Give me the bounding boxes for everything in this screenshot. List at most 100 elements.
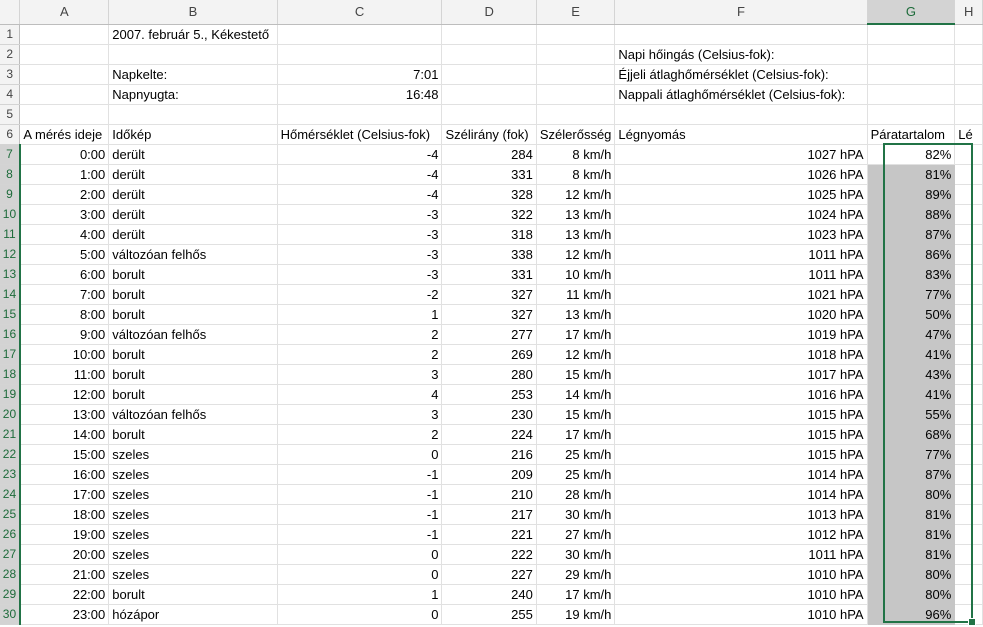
- cell-e4[interactable]: [536, 84, 616, 105]
- cell-temperature[interactable]: -1: [277, 464, 443, 485]
- row-header[interactable]: 12: [0, 244, 21, 265]
- cell-sky[interactable]: borult: [108, 264, 278, 285]
- cell-temperature[interactable]: 1: [277, 584, 443, 605]
- cell-pressure[interactable]: 1020 hPA: [614, 304, 868, 325]
- cell-sky[interactable]: derült: [108, 144, 278, 165]
- cell-sky[interactable]: derült: [108, 164, 278, 185]
- cell-h[interactable]: [954, 324, 983, 345]
- cell-wind-direction[interactable]: 284: [441, 144, 537, 165]
- cell-pressure[interactable]: 1010 hPA: [614, 564, 868, 585]
- cell-sky[interactable]: hózápor: [108, 604, 278, 625]
- column-header-h[interactable]: H: [954, 0, 983, 25]
- cell-f5[interactable]: [614, 104, 868, 125]
- cell-f4-day-avg-label[interactable]: Nappali átlaghőmérséklet (Celsius-fok):: [614, 84, 868, 105]
- cell-time[interactable]: 17:00: [19, 484, 110, 505]
- cell-h[interactable]: [954, 144, 983, 165]
- cell-pressure[interactable]: 1027 hPA: [614, 144, 868, 165]
- cell-humidity[interactable]: 80%: [867, 484, 956, 505]
- cell-h[interactable]: [954, 444, 983, 465]
- cell-time[interactable]: 9:00: [19, 324, 110, 345]
- cell-sky[interactable]: derült: [108, 184, 278, 205]
- cell-b2[interactable]: [108, 44, 278, 65]
- cell-pressure[interactable]: 1017 hPA: [614, 364, 868, 385]
- cell-humidity[interactable]: 41%: [867, 384, 956, 405]
- cell-wind-direction[interactable]: 269: [441, 344, 537, 365]
- cell-h5[interactable]: [954, 104, 983, 125]
- row-header[interactable]: 8: [0, 164, 21, 185]
- cell-wind-speed[interactable]: 25 km/h: [536, 444, 616, 465]
- cell-wind-direction[interactable]: 255: [441, 604, 537, 625]
- cell-humidity[interactable]: 81%: [867, 164, 956, 185]
- header-wind-direction[interactable]: Szélirány (fok): [441, 124, 537, 145]
- cell-g1[interactable]: [867, 24, 956, 45]
- cell-h[interactable]: [954, 564, 983, 585]
- cell-a4[interactable]: [19, 84, 110, 105]
- header-temperature[interactable]: Hőmérséklet (Celsius-fok): [277, 124, 443, 145]
- cell-a2[interactable]: [19, 44, 110, 65]
- cell-wind-speed[interactable]: 15 km/h: [536, 364, 616, 385]
- cell-h[interactable]: [954, 384, 983, 405]
- cell-pressure[interactable]: 1018 hPA: [614, 344, 868, 365]
- cell-humidity[interactable]: 88%: [867, 204, 956, 225]
- cell-h[interactable]: [954, 544, 983, 565]
- cell-humidity[interactable]: 43%: [867, 364, 956, 385]
- cell-b5[interactable]: [108, 104, 278, 125]
- cell-wind-direction[interactable]: 216: [441, 444, 537, 465]
- cell-sky[interactable]: szeles: [108, 484, 278, 505]
- row-header[interactable]: 30: [0, 604, 21, 625]
- cell-time[interactable]: 0:00: [19, 144, 110, 165]
- cell-sky[interactable]: borult: [108, 584, 278, 605]
- cell-d5[interactable]: [441, 104, 537, 125]
- cell-time[interactable]: 10:00: [19, 344, 110, 365]
- cell-wind-speed[interactable]: 8 km/h: [536, 164, 616, 185]
- cell-f1[interactable]: [614, 24, 868, 45]
- header-humidity[interactable]: Páratartalom: [867, 124, 956, 145]
- row-header[interactable]: 10: [0, 204, 21, 225]
- cell-humidity[interactable]: 81%: [867, 544, 956, 565]
- cell-sky[interactable]: derült: [108, 204, 278, 225]
- cell-humidity[interactable]: 87%: [867, 464, 956, 485]
- cell-c3-sunrise-value[interactable]: 7:01: [277, 64, 443, 85]
- cell-temperature[interactable]: -3: [277, 204, 443, 225]
- cell-h[interactable]: [954, 424, 983, 445]
- cell-wind-speed[interactable]: 14 km/h: [536, 384, 616, 405]
- cell-wind-direction[interactable]: 221: [441, 524, 537, 545]
- column-header-a[interactable]: A: [19, 0, 110, 25]
- cell-wind-direction[interactable]: 227: [441, 564, 537, 585]
- cell-time[interactable]: 12:00: [19, 384, 110, 405]
- cell-d4[interactable]: [441, 84, 537, 105]
- header-wind-speed[interactable]: Szélerősség: [536, 124, 616, 145]
- cell-temperature[interactable]: 0: [277, 604, 443, 625]
- cell-temperature[interactable]: -3: [277, 224, 443, 245]
- cell-wind-direction[interactable]: 222: [441, 544, 537, 565]
- cell-wind-speed[interactable]: 10 km/h: [536, 264, 616, 285]
- cell-wind-direction[interactable]: 280: [441, 364, 537, 385]
- cell-h[interactable]: [954, 204, 983, 225]
- cell-temperature[interactable]: 3: [277, 364, 443, 385]
- cell-d2[interactable]: [441, 44, 537, 65]
- row-header[interactable]: 19: [0, 384, 21, 405]
- header-measure-time[interactable]: A mérés ideje: [19, 124, 110, 145]
- cell-h[interactable]: [954, 284, 983, 305]
- cell-sky[interactable]: borult: [108, 344, 278, 365]
- header-h-truncated[interactable]: Lé: [954, 124, 983, 145]
- row-header[interactable]: 11: [0, 224, 21, 245]
- cell-temperature[interactable]: -3: [277, 244, 443, 265]
- cell-wind-speed[interactable]: 30 km/h: [536, 504, 616, 525]
- cell-sky[interactable]: szeles: [108, 444, 278, 465]
- cell-pressure[interactable]: 1025 hPA: [614, 184, 868, 205]
- cell-g5[interactable]: [867, 104, 956, 125]
- cell-h[interactable]: [954, 304, 983, 325]
- cell-time[interactable]: 13:00: [19, 404, 110, 425]
- cell-temperature[interactable]: 2: [277, 324, 443, 345]
- cell-wind-speed[interactable]: 17 km/h: [536, 324, 616, 345]
- row-header-6[interactable]: 6: [0, 124, 21, 145]
- cell-h[interactable]: [954, 464, 983, 485]
- cell-wind-direction[interactable]: 331: [441, 164, 537, 185]
- cell-temperature[interactable]: -3: [277, 264, 443, 285]
- cell-sky[interactable]: változóan felhős: [108, 244, 278, 265]
- row-header-5[interactable]: 5: [0, 104, 21, 125]
- cell-wind-direction[interactable]: 331: [441, 264, 537, 285]
- cell-pressure[interactable]: 1010 hPA: [614, 604, 868, 625]
- cell-temperature[interactable]: 0: [277, 444, 443, 465]
